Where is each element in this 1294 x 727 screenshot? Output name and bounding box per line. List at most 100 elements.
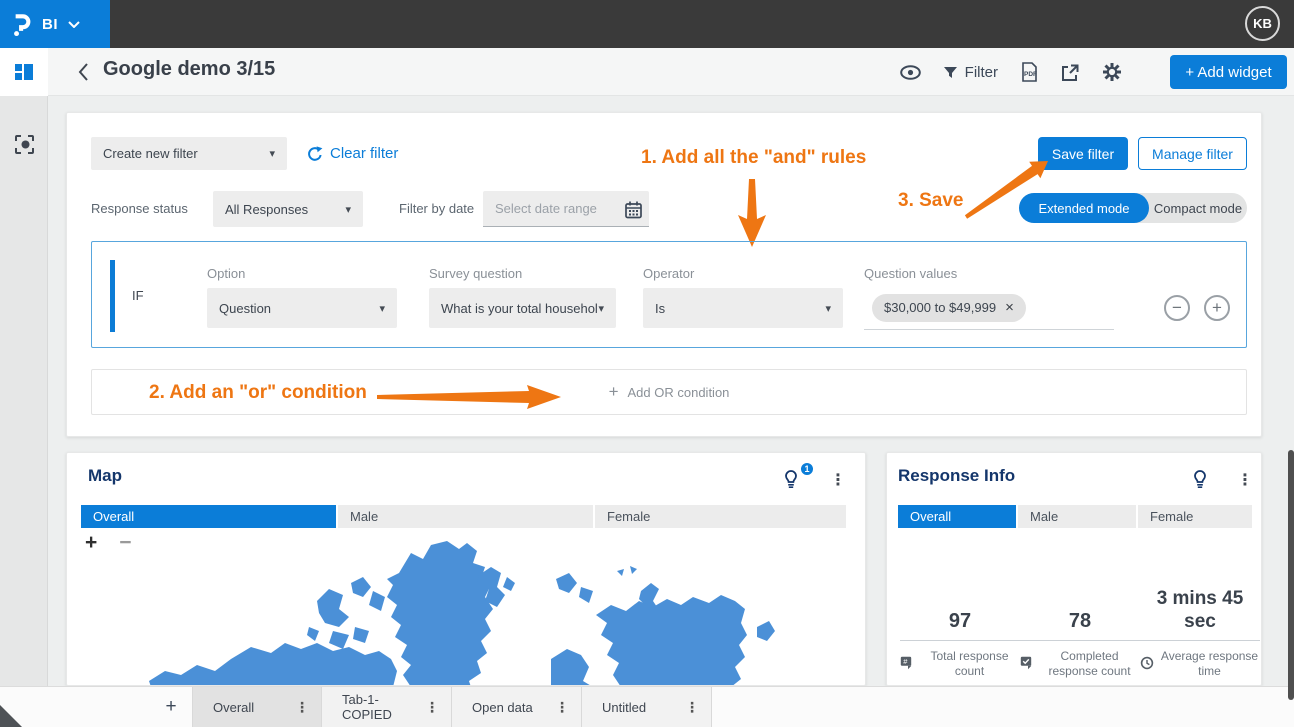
bottom-tab-open-data[interactable]: Open data ⋮ bbox=[452, 687, 582, 727]
app-window: BI KB Google demo 3/15 Filter PDF + Add … bbox=[0, 0, 1294, 727]
survey-question-select[interactable]: What is your total househol ▾ bbox=[429, 288, 616, 328]
corner-decoration bbox=[0, 705, 22, 727]
clear-filter-label: Clear filter bbox=[330, 145, 399, 162]
sidebar-item-dashboards[interactable] bbox=[0, 48, 48, 96]
zoom-in-button[interactable]: + bbox=[85, 531, 97, 555]
gear-icon[interactable] bbox=[1102, 62, 1122, 82]
stat-label: # Total response count bbox=[900, 649, 1020, 679]
insight-button[interactable]: 1 bbox=[783, 461, 815, 495]
insight-count-badge: 1 bbox=[799, 461, 815, 477]
filter-button[interactable]: Filter bbox=[943, 64, 998, 81]
chevron-down-icon bbox=[68, 20, 80, 28]
add-condition-button[interactable]: + bbox=[1204, 295, 1230, 321]
pdf-icon[interactable]: PDF bbox=[1020, 62, 1039, 82]
kebab-menu-icon[interactable]: ⋮ bbox=[425, 699, 439, 716]
insight-button[interactable] bbox=[1192, 469, 1218, 495]
clock-icon bbox=[1140, 656, 1154, 670]
condition-accent-bar bbox=[110, 260, 115, 332]
kebab-menu-icon[interactable]: ⋮ bbox=[295, 699, 309, 716]
stat-value: 78 bbox=[1020, 583, 1140, 641]
world-map[interactable] bbox=[81, 531, 846, 686]
add-tab-button[interactable]: + bbox=[156, 687, 186, 727]
tab-female[interactable]: Female bbox=[1138, 505, 1252, 528]
kebab-menu-icon[interactable]: ⋮ bbox=[1237, 470, 1253, 490]
refresh-icon bbox=[308, 145, 323, 161]
dashboard-icon bbox=[15, 64, 33, 80]
compact-mode-button[interactable]: Compact mode bbox=[1149, 193, 1247, 223]
sidebar bbox=[0, 48, 48, 686]
stat-total-responses: 97 # Total response count bbox=[900, 583, 1020, 679]
stat-label: Average response time bbox=[1140, 649, 1260, 679]
close-icon[interactable]: × bbox=[1005, 299, 1014, 316]
back-button[interactable] bbox=[74, 62, 92, 82]
add-or-condition-button[interactable]: + Add OR condition bbox=[91, 369, 1247, 415]
question-values-field[interactable]: $30,000 to $49,999 × bbox=[864, 286, 1114, 330]
response-status-select[interactable]: All Responses ▾ bbox=[213, 191, 363, 227]
survey-question-value: What is your total househol bbox=[441, 300, 598, 316]
calendar-icon[interactable] bbox=[625, 201, 642, 219]
response-status-label: Response status bbox=[91, 201, 188, 216]
widget-title: Map bbox=[88, 466, 122, 485]
product-menu[interactable]: BI bbox=[0, 0, 110, 48]
bottom-tab-overall[interactable]: Overall ⋮ bbox=[192, 687, 322, 727]
page-title: Google demo 3/15 bbox=[103, 58, 276, 80]
eye-icon[interactable] bbox=[899, 64, 921, 80]
zoom-out-button[interactable]: − bbox=[119, 531, 131, 555]
bottom-tab-tab-1-copied[interactable]: Tab-1-COPIED ⋮ bbox=[322, 687, 452, 727]
kebab-menu-icon[interactable]: ⋮ bbox=[830, 470, 846, 490]
avatar[interactable]: KB bbox=[1245, 6, 1280, 41]
lightbulb-icon bbox=[1194, 470, 1206, 488]
stat-average-time: 3 mins 45 sec Average response time bbox=[1140, 583, 1260, 679]
stat-label-text: Average response time bbox=[1160, 649, 1259, 678]
tab-label: Overall bbox=[213, 699, 255, 715]
clear-filter-button[interactable]: Clear filter bbox=[307, 137, 398, 170]
option-select[interactable]: Question ▾ bbox=[207, 288, 397, 328]
bottom-tab-bar: + Overall ⋮ Tab-1-COPIED ⋮ Open data ⋮ U… bbox=[0, 686, 1294, 727]
minus-icon: − bbox=[1172, 298, 1182, 317]
tab-label: Untitled bbox=[602, 699, 647, 715]
share-icon[interactable] bbox=[1061, 63, 1080, 82]
kebab-menu-icon[interactable]: ⋮ bbox=[685, 699, 699, 716]
tab-label: Open data bbox=[472, 699, 533, 715]
filter-panel: Create new filter ▾ Clear filter Save fi… bbox=[66, 112, 1262, 437]
tab-overall[interactable]: Overall bbox=[81, 505, 336, 528]
filter-by-date-label: Filter by date bbox=[399, 201, 475, 216]
tab-male[interactable]: Male bbox=[338, 505, 593, 528]
chevron-down-icon: ▾ bbox=[269, 148, 275, 160]
header: Google demo 3/15 Filter PDF + Add widget bbox=[48, 48, 1294, 96]
map-zoom-controls: + − bbox=[85, 531, 132, 555]
remove-condition-button[interactable]: − bbox=[1164, 295, 1190, 321]
create-filter-select[interactable]: Create new filter ▾ bbox=[91, 137, 287, 170]
stat-label-text: Completed response count bbox=[1048, 649, 1131, 678]
if-condition-box: IF Option Question ▾ Survey question Wha… bbox=[91, 241, 1247, 348]
question-values-label: Question values bbox=[864, 266, 958, 281]
option-value: Question bbox=[219, 300, 272, 316]
response-status-value: All Responses bbox=[225, 201, 309, 217]
header-actions: Filter PDF bbox=[899, 48, 1122, 96]
option-label: Option bbox=[207, 266, 246, 281]
stat-value: 97 bbox=[900, 583, 1020, 641]
annotation-arrow-diagonal bbox=[964, 161, 1048, 219]
value-tag: $30,000 to $49,999 × bbox=[872, 293, 1026, 322]
product-name: BI bbox=[42, 15, 58, 33]
bottom-tab-untitled[interactable]: Untitled ⋮ bbox=[582, 687, 712, 727]
sidebar-item-scan[interactable] bbox=[0, 120, 48, 168]
value-tag-text: $30,000 to $49,999 bbox=[884, 300, 997, 315]
tab-overall[interactable]: Overall bbox=[898, 505, 1016, 528]
tab-female[interactable]: Female bbox=[595, 505, 846, 528]
filter-label: Filter bbox=[964, 63, 998, 81]
manage-filter-button[interactable]: Manage filter bbox=[1138, 137, 1247, 170]
map-tabs: Overall Male Female bbox=[81, 505, 846, 528]
chevron-down-icon: ▾ bbox=[598, 302, 604, 315]
tab-label: Tab-1-COPIED bbox=[342, 692, 392, 722]
scrollbar-thumb[interactable] bbox=[1288, 450, 1294, 700]
response-tabs: Overall Male Female bbox=[898, 505, 1252, 528]
kebab-menu-icon[interactable]: ⋮ bbox=[555, 699, 569, 716]
svg-text:PDF: PDF bbox=[1024, 71, 1037, 78]
add-widget-button[interactable]: + Add widget bbox=[1170, 55, 1287, 89]
annotation-step3: 3. Save bbox=[898, 190, 964, 211]
check-bubble-icon bbox=[1020, 656, 1032, 670]
operator-select[interactable]: Is ▾ bbox=[643, 288, 843, 328]
tab-male[interactable]: Male bbox=[1018, 505, 1136, 528]
hash-bubble-icon: # bbox=[900, 656, 912, 670]
